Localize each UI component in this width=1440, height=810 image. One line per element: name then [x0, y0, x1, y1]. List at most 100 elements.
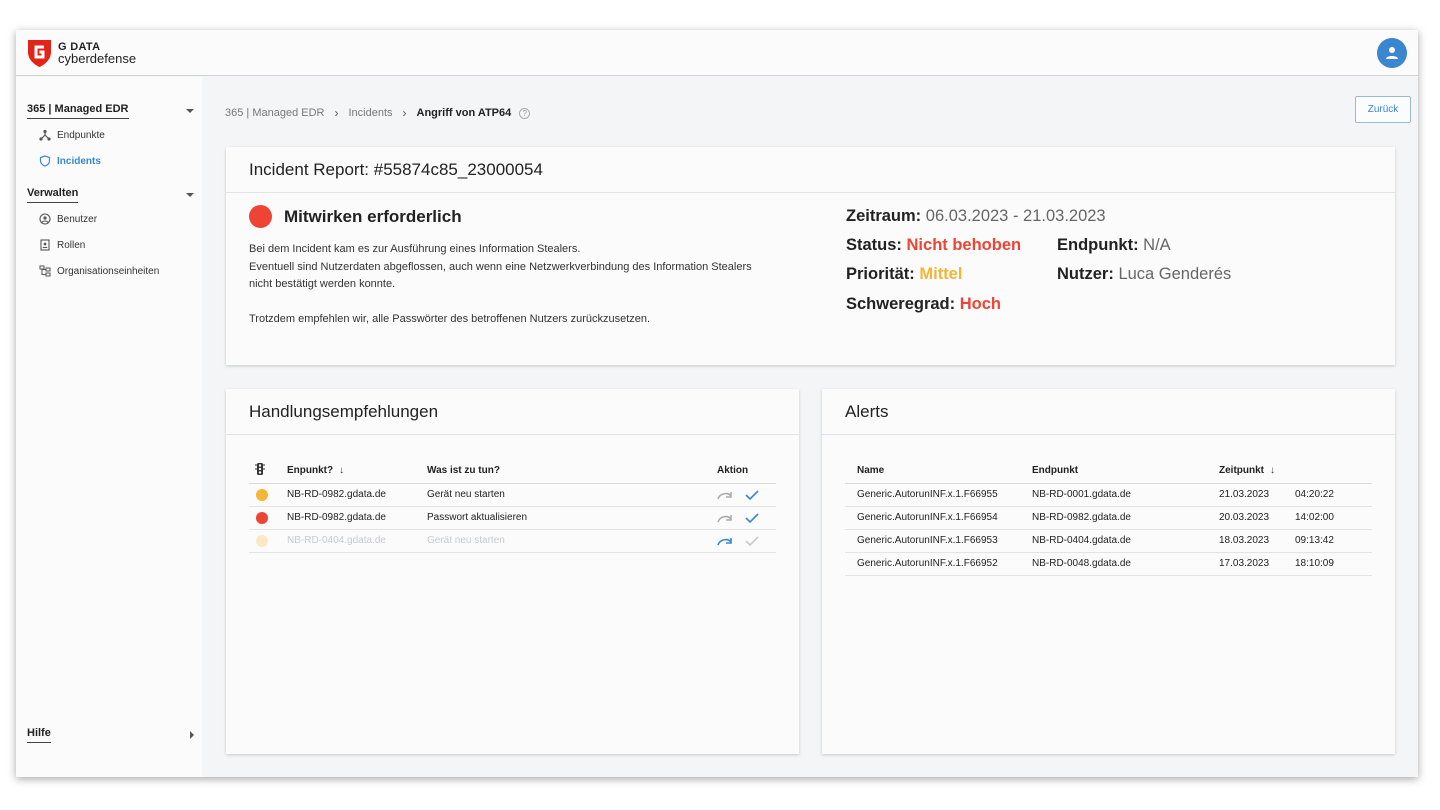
redo-icon[interactable]	[717, 535, 733, 547]
row-todo: Passwort aktualisieren	[427, 506, 717, 530]
row-endpoint: NB-RD-0048.gdata.de	[1032, 552, 1219, 576]
column-header-name: Name	[845, 459, 1032, 484]
traffic-light-icon	[255, 463, 265, 476]
column-header-status	[249, 459, 287, 484]
brand-line2: cyberdefense	[58, 51, 137, 66]
row-date: 17.03.2023	[1219, 552, 1295, 576]
status-label: Mitwirken erforderlich	[284, 206, 462, 226]
row-time: 09:13:42	[1295, 529, 1372, 553]
row-name: Generic.AutorunINF.x.1.F66953	[845, 529, 1032, 553]
table-row[interactable]: Generic.AutorunINF.x.1.F66954 NB-RD-0982…	[845, 506, 1372, 530]
sidebar-item-rollen[interactable]: Rollen	[16, 232, 202, 258]
nav-header-label: Hilfe	[27, 727, 51, 743]
incident-report-card: Incident Report: #55874c85_23000054 Mitw…	[226, 147, 1395, 365]
column-header-label: Enpunkt?	[287, 465, 334, 477]
nav-header-verwalten[interactable]: Verwalten	[16, 184, 202, 206]
sidebar-item-label: Rollen	[57, 239, 86, 251]
row-todo: Gerät neu starten	[427, 483, 717, 507]
table-row[interactable]: Generic.AutorunINF.x.1.F66953 NB-RD-0404…	[845, 529, 1372, 553]
incident-description: Bei dem Incident kam es zur Ausführung e…	[249, 241, 789, 329]
row-endpoint: NB-RD-0982.gdata.de	[287, 483, 427, 507]
row-name: Generic.AutorunINF.x.1.F66954	[845, 506, 1032, 530]
column-header-endpoint: Endpunkt	[1032, 459, 1219, 484]
sidebar-item-organisationseinheiten[interactable]: Organisationseinheiten	[16, 258, 202, 284]
column-header-endpoint[interactable]: Enpunkt? ↓	[287, 459, 427, 484]
column-header-label: Zeitpunkt	[1219, 465, 1264, 477]
chevron-right-icon	[190, 731, 194, 739]
check-icon[interactable]	[744, 535, 760, 547]
table-row: NB-RD-0982.gdata.de Gerät neu starten	[249, 483, 776, 507]
sidebar-item-incidents[interactable]: Incidents	[16, 148, 202, 174]
row-actions	[717, 506, 776, 530]
avatar[interactable]	[1377, 38, 1407, 68]
alerts-title: Alerts	[822, 389, 1395, 435]
priority-dot	[256, 534, 268, 547]
status-dot	[249, 205, 272, 228]
row-endpoint: NB-RD-0982.gdata.de	[287, 506, 427, 530]
row-todo: Gerät neu starten	[427, 529, 717, 553]
sidebar: 365 | Managed EDR Endpunkte Incidents Ve…	[16, 77, 202, 777]
meta-label: Nutzer:	[1057, 265, 1114, 283]
nav-header-managed-edr[interactable]: 365 | Managed EDR	[16, 100, 202, 122]
alerts-table: Name Endpunkt Zeitpunkt ↓ Generic.Autorun…	[845, 459, 1372, 576]
chevron-right-icon: ›	[402, 106, 407, 120]
row-endpoint: NB-RD-0404.gdata.de	[287, 529, 427, 553]
meta-status: Status: Nicht behoben	[846, 236, 1021, 255]
alerts-card: Alerts Name Endpunkt Zeitpunkt ↓ Generic.…	[822, 389, 1395, 754]
description-line: nicht bestätigt werden konnte.	[249, 278, 396, 290]
redo-icon[interactable]	[717, 512, 733, 524]
table-row[interactable]: Generic.AutorunINF.x.1.F66952 NB-RD-0048…	[845, 552, 1372, 576]
chevron-down-icon	[186, 109, 194, 113]
user-icon	[1386, 47, 1398, 59]
back-button[interactable]: Zurück	[1355, 96, 1411, 123]
description-line: Bei dem Incident kam es zur Ausführung e…	[249, 243, 581, 255]
recommendations-title: Handlungsempfehlungen	[226, 389, 799, 435]
sort-down-icon[interactable]: ↓	[1270, 465, 1275, 476]
main-content: 365 | Managed EDR › Incidents › Angriff …	[202, 77, 1418, 777]
description-line: Trotzdem empfehlen wir, alle Passwörter …	[249, 313, 651, 325]
nav-group-verwalten: Verwalten Benutzer Rollen Organisationse…	[16, 184, 202, 284]
redo-icon[interactable]	[717, 489, 733, 501]
nav-group-hilfe: Hilfe	[16, 724, 202, 746]
row-name: Generic.AutorunINF.x.1.F66955	[845, 483, 1032, 507]
description-line: Eventuell sind Nutzerdaten abgeflossen, …	[249, 260, 752, 273]
table-row[interactable]: Generic.AutorunINF.x.1.F66955 NB-RD-0001…	[845, 483, 1372, 507]
breadcrumb-item-managed-edr[interactable]: 365 | Managed EDR	[225, 107, 324, 119]
row-date: 20.03.2023	[1219, 506, 1295, 530]
table-header-row: Enpunkt? ↓ Was ist zu tun? Aktion	[249, 459, 776, 484]
nav-header-label: 365 | Managed EDR	[27, 103, 129, 119]
sidebar-item-endpunkte[interactable]: Endpunkte	[16, 122, 202, 148]
check-icon[interactable]	[744, 489, 760, 501]
column-header-time[interactable]: Zeitpunkt ↓	[1219, 459, 1295, 484]
gdata-shield-icon	[28, 40, 51, 67]
table-row: NB-RD-0982.gdata.de Passwort aktualisier…	[249, 506, 776, 530]
sort-down-icon[interactable]: ↓	[339, 465, 344, 476]
meta-value-schweregrad: Hoch	[959, 295, 1001, 313]
badge-icon	[40, 239, 50, 251]
recommendations-table: Enpunkt? ↓ Was ist zu tun? Aktion NB-RD-0…	[249, 459, 776, 553]
help-icon[interactable]: ?	[519, 107, 531, 119]
column-header-action: Aktion	[717, 459, 776, 484]
nav-header-hilfe[interactable]: Hilfe	[16, 724, 202, 746]
row-endpoint: NB-RD-0404.gdata.de	[1032, 529, 1219, 553]
meta-value-prioritaet: Mittel	[919, 265, 963, 283]
org-tree-icon	[39, 265, 51, 277]
sidebar-item-benutzer[interactable]: Benutzer	[16, 206, 202, 232]
logo[interactable]: G DATA cyberdefense	[26, 38, 136, 68]
table-header-row: Name Endpunkt Zeitpunkt ↓	[845, 459, 1372, 484]
top-bar: G DATA cyberdefense	[16, 30, 1418, 76]
breadcrumb-current: Angriff von ATP64	[416, 107, 512, 119]
row-date: 21.03.2023	[1219, 483, 1295, 507]
meta-value-status: Nicht behoben	[906, 236, 1022, 254]
user-circle-icon	[39, 213, 51, 225]
meta-label: Status:	[846, 236, 902, 254]
breadcrumb: 365 | Managed EDR › Incidents › Angriff …	[225, 106, 531, 120]
sidebar-item-label: Incidents	[57, 155, 101, 167]
breadcrumb-item-incidents[interactable]: Incidents	[348, 107, 392, 119]
chevron-right-icon: ›	[334, 106, 339, 120]
row-actions	[717, 483, 776, 507]
nav-group-managed-edr: 365 | Managed EDR Endpunkte Incidents	[16, 100, 202, 174]
row-endpoint: NB-RD-0001.gdata.de	[1032, 483, 1219, 507]
check-icon[interactable]	[744, 512, 760, 524]
meta-label: Priorität:	[846, 265, 915, 283]
